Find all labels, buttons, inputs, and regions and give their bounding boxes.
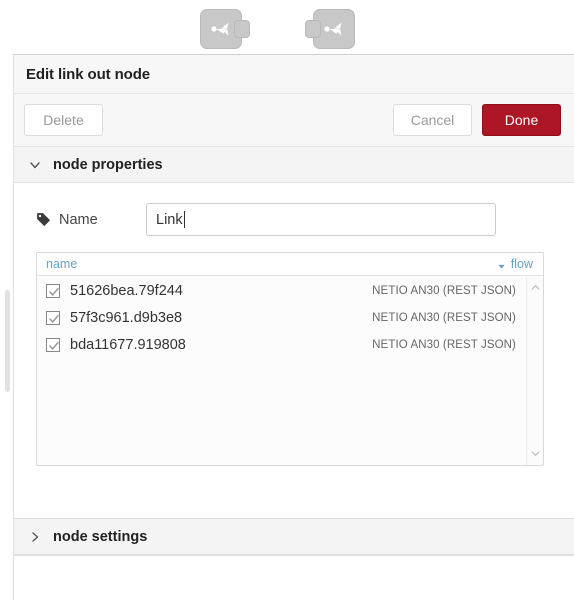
page-title: Edit link out node (26, 65, 151, 83)
checkbox-checked-icon[interactable] (46, 283, 60, 298)
link-list-header: name flow (37, 253, 543, 276)
name-row: Name Link (36, 203, 552, 236)
list-item-name: 57f3c961.d9b3e8 (70, 309, 183, 326)
dialog-footer (14, 555, 574, 612)
checkbox-checked-icon[interactable] (46, 337, 60, 352)
section-label-node-settings: node settings (53, 528, 148, 545)
list-item[interactable]: 57f3c961.d9b3e8 NETIO AN30 (REST JSON) (37, 304, 526, 331)
chevron-down-icon[interactable] (527, 445, 543, 461)
flow-canvas-strip (0, 0, 574, 55)
sort-caret-down-icon (497, 260, 506, 269)
cancel-button[interactable]: Cancel (393, 104, 472, 136)
section-label-node-properties: node properties (53, 156, 163, 173)
list-item-name: 51626bea.79f244 (70, 282, 183, 299)
chevron-down-icon (28, 158, 42, 172)
name-label: Name (36, 212, 146, 228)
node-properties-body: Name Link name flow 51626bea.79f244 NETI… (14, 183, 574, 519)
list-item-flow: NETIO AN30 (REST JSON) (372, 311, 516, 324)
list-item-name: bda11677.919808 (70, 336, 186, 353)
text-caret (183, 211, 185, 228)
list-item[interactable]: 51626bea.79f244 NETIO AN30 (REST JSON) (37, 277, 526, 304)
name-label-text: Name (59, 211, 98, 228)
checkbox-checked-icon[interactable] (46, 310, 60, 325)
edit-node-dialog: Edit link out node Delete Cancel Done no… (13, 54, 574, 612)
dialog-titlebar: Edit link out node (14, 55, 574, 94)
column-header-name[interactable]: name (46, 257, 497, 271)
link-out-icon (208, 16, 234, 42)
section-header-node-settings[interactable]: node settings (14, 519, 574, 555)
list-item-flow: NETIO AN30 (REST JSON) (372, 284, 516, 297)
chevron-right-icon (28, 530, 42, 544)
chevron-up-icon[interactable] (527, 279, 543, 295)
column-header-flow[interactable]: flow (497, 257, 533, 271)
section-header-node-properties[interactable]: node properties (14, 147, 574, 183)
link-target-list[interactable]: name flow 51626bea.79f244 NETIO AN30 (RE… (36, 252, 544, 466)
link-list-scrollbar[interactable] (526, 277, 543, 465)
link-list-rows: 51626bea.79f244 NETIO AN30 (REST JSON) 5… (37, 277, 526, 465)
column-header-flow-text: flow (510, 257, 533, 271)
dialog-scrollbar[interactable] (4, 54, 12, 600)
list-item-flow: NETIO AN30 (REST JSON) (372, 338, 516, 351)
delete-button[interactable]: Delete (24, 104, 103, 136)
node-input-port[interactable] (305, 20, 321, 38)
flow-node-link-out[interactable] (200, 9, 250, 49)
done-button[interactable]: Done (482, 104, 561, 136)
list-item[interactable]: bda11677.919808 NETIO AN30 (REST JSON) (37, 331, 526, 358)
tag-icon (36, 212, 51, 227)
name-input[interactable]: Link (146, 203, 496, 236)
link-in-icon (321, 16, 347, 42)
flow-node-link-in[interactable] (305, 9, 355, 49)
dialog-scrollbar-thumb[interactable] (5, 290, 10, 392)
dialog-toolbar: Delete Cancel Done (14, 94, 574, 147)
name-input-value: Link (156, 211, 183, 228)
node-output-port[interactable] (234, 20, 250, 38)
